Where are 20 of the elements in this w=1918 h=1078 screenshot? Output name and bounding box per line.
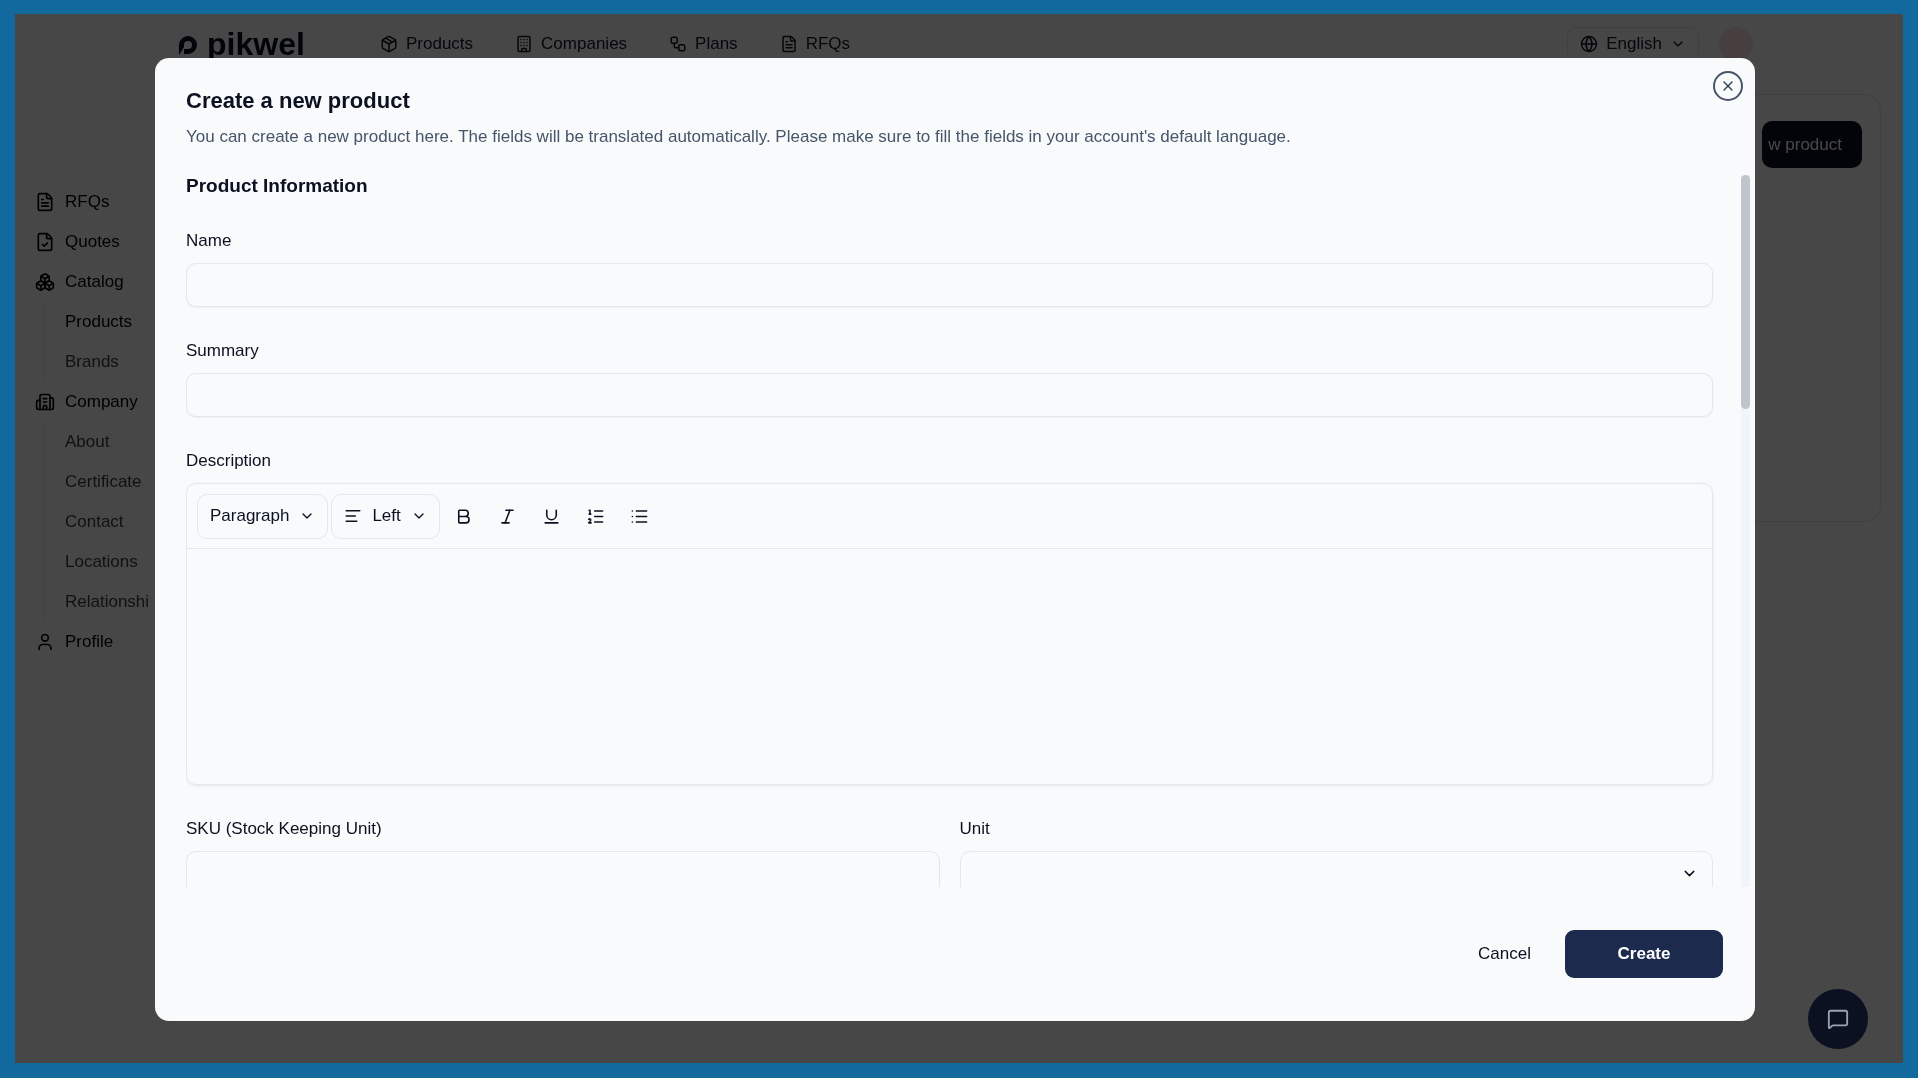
align-left-icon (344, 507, 363, 525)
close-button[interactable] (1713, 71, 1743, 101)
underline-icon (541, 506, 561, 526)
section-title: Product Information (186, 175, 369, 197)
dialog-title: Create a new product (186, 88, 410, 114)
cancel-button[interactable]: Cancel (1478, 930, 1531, 978)
chat-icon (1827, 1008, 1849, 1030)
field-label: Unit (959, 819, 991, 839)
select-field[interactable] (959, 851, 1713, 887)
alignment-dropdown[interactable]: Left (331, 493, 440, 539)
field-label: Description (186, 451, 273, 471)
field-label: Summary (186, 341, 260, 361)
create-button[interactable]: Create (1565, 930, 1723, 978)
field-label: SKU (Stock Keeping Unit) (186, 819, 383, 839)
scrollbar[interactable] (1741, 175, 1750, 887)
paragraph-style-dropdown[interactable]: Paragraph (197, 493, 329, 539)
rich-text-editor[interactable]: Paragraph Left (186, 483, 1713, 785)
field-label: Name (186, 231, 233, 251)
numbered-list-icon (585, 506, 605, 526)
dialog-description: You can create a new product here. The fields will be translated automatically. Please make sure to fill the fields in your account's default language. (186, 127, 1291, 147)
